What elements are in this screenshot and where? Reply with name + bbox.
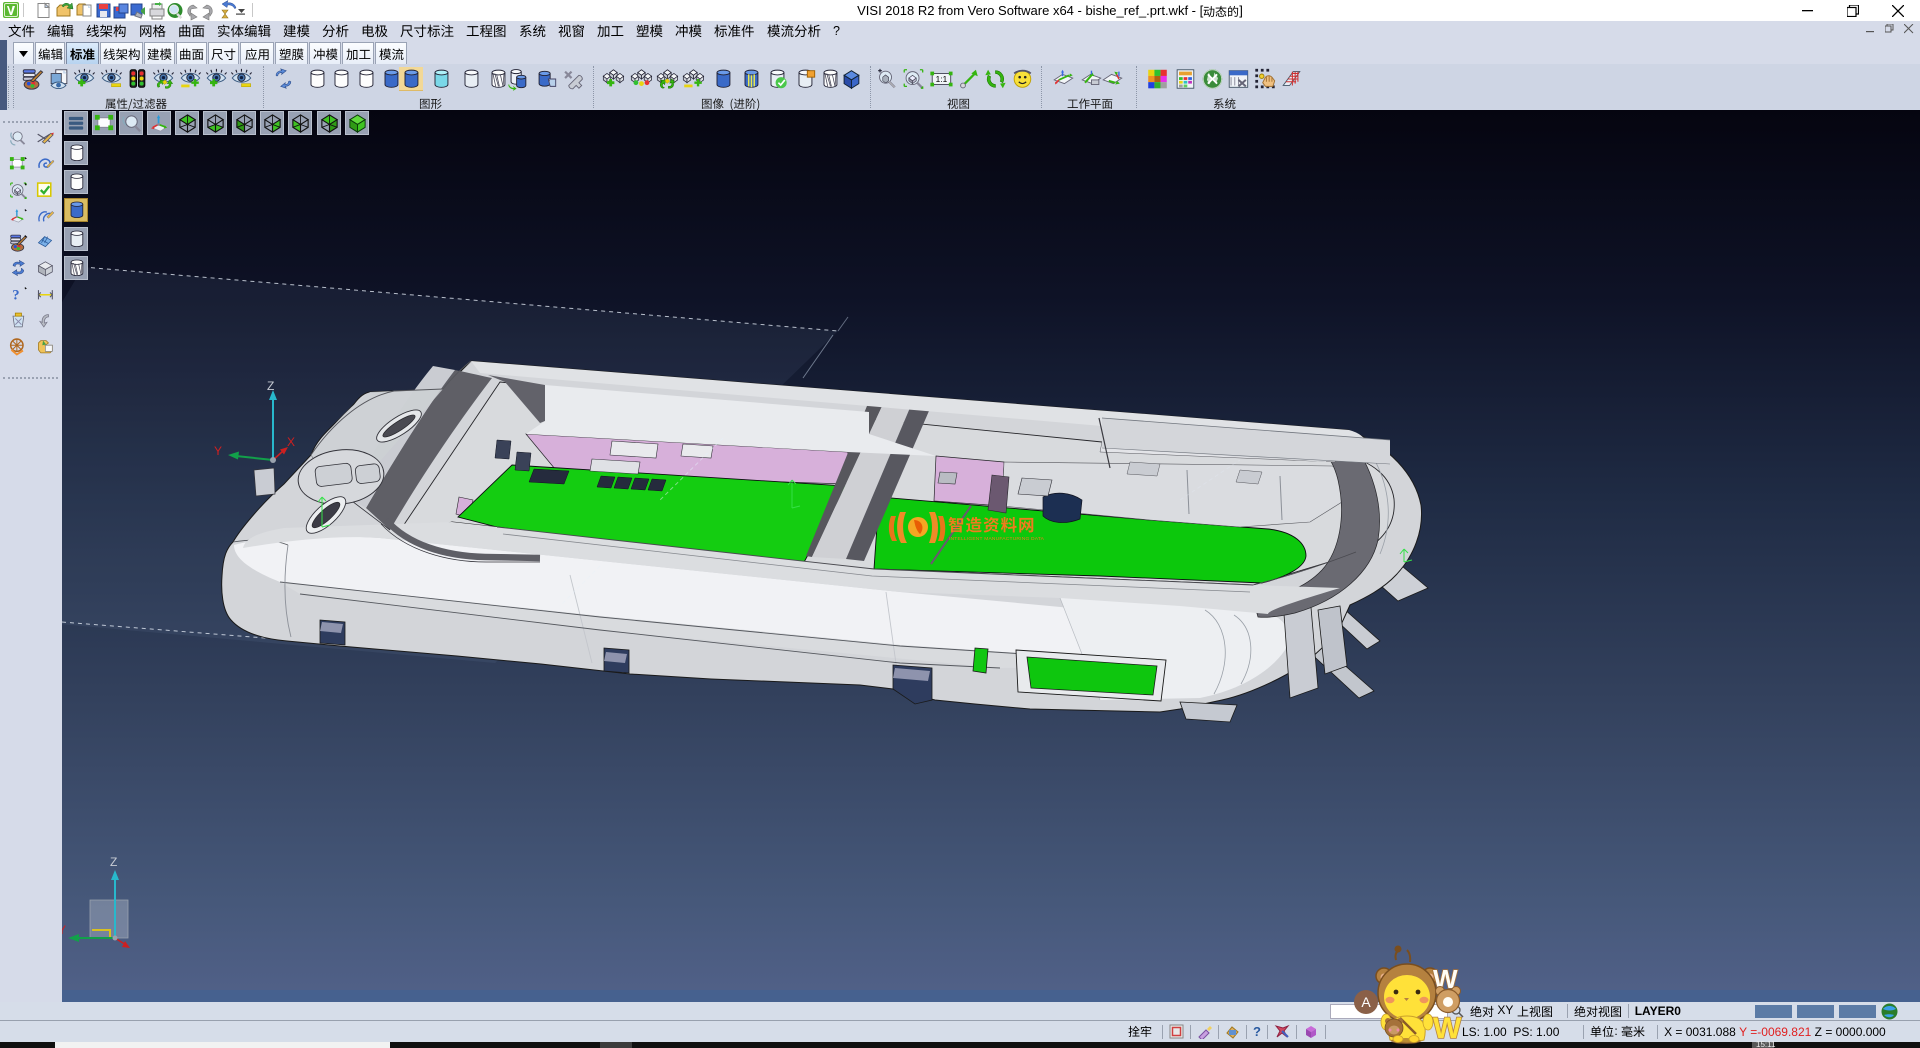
svg-text:1:1: 1:1 <box>936 74 948 84</box>
svg-text:A: A <box>1361 994 1371 1010</box>
svg-text:W: W <box>1433 1012 1462 1044</box>
svg-text:X: X <box>287 435 295 449</box>
svg-text:Y: Y <box>214 444 222 458</box>
svg-text:?: ? <box>12 287 19 303</box>
svg-text:INTELLIGENT MANUFACTURING DATA: INTELLIGENT MANUFACTURING DATA <box>949 536 1045 542</box>
svg-text:Z: Z <box>267 379 274 393</box>
svg-text:Y: Y <box>62 923 66 937</box>
svg-text:Z: Z <box>110 855 117 869</box>
